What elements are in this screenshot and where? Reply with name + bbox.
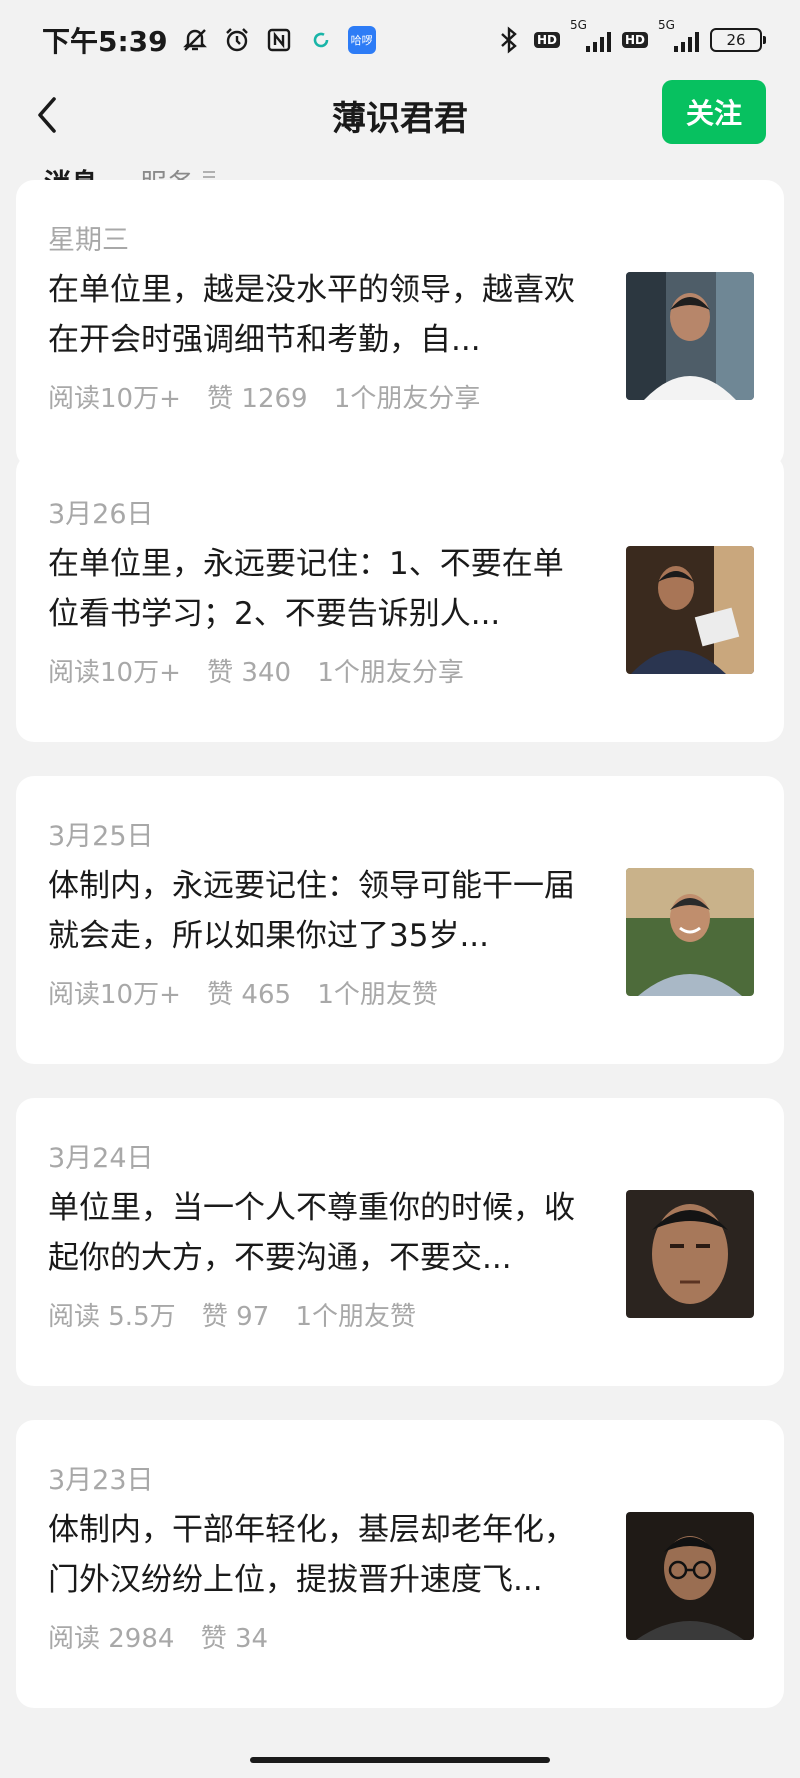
article-meta: 阅读 2984 赞 34: [48, 1618, 286, 1655]
read-count: 阅读10万+: [48, 980, 181, 1010]
friend-activity: 1个朋友赞: [317, 980, 438, 1010]
article-date: 3月26日: [48, 499, 154, 530]
signal-icon: 5G: [570, 18, 612, 52]
article-thumbnail[interactable]: [626, 272, 754, 400]
read-count: 阅读 5.5万: [48, 1302, 176, 1332]
read-count: 阅读10万+: [48, 658, 181, 688]
article-title[interactable]: 在单位里，永远要记住：1、不要在单位看书学习；2、不要告诉别人...: [48, 539, 588, 639]
article-thumbnail[interactable]: [626, 546, 754, 674]
read-count: 阅读 2984: [48, 1624, 175, 1654]
status-bar: 下午5:39 哈啰 HD 5G HD 5G 26: [0, 0, 800, 80]
friend-activity: 1个朋友分享: [333, 384, 481, 414]
article-meta: 阅读10万+ 赞 465 1个朋友赞: [48, 974, 456, 1011]
like-count: 赞 1269: [207, 384, 308, 414]
app-badge-icon: 哈啰: [347, 26, 376, 54]
chevron-left-icon: [38, 97, 56, 133]
home-indicator[interactable]: [250, 1757, 550, 1763]
article-title[interactable]: 在单位里，越是没水平的领导，越喜欢在开会时强调细节和考勤，自...: [48, 265, 588, 365]
nfc-icon: [264, 25, 294, 55]
back-button[interactable]: [24, 92, 70, 138]
like-count: 赞 97: [201, 1302, 270, 1332]
article-card[interactable]: 3月25日 体制内，永远要记住：领导可能干一届就会走，所以如果你过了35岁...…: [16, 776, 784, 1064]
hd-badge: HD: [533, 32, 560, 48]
friend-activity: 1个朋友分享: [317, 658, 464, 688]
status-bar-right: HD 5G HD 5G 26: [494, 18, 766, 55]
mute-icon: [180, 25, 210, 55]
hd-badge: HD: [621, 32, 648, 48]
friend-activity: 1个朋友赞: [295, 1302, 417, 1332]
like-count: 赞 465: [207, 980, 292, 1010]
article-thumbnail[interactable]: [626, 1190, 754, 1318]
read-count: 阅读10万+: [48, 384, 181, 414]
like-count: 赞 340: [207, 658, 292, 688]
article-date: 星期三: [48, 225, 129, 256]
bluetooth-icon: [494, 25, 524, 55]
article-meta: 阅读10万+ 赞 1269 1个朋友分享: [48, 378, 498, 415]
status-time: 下午5:39: [42, 25, 168, 58]
article-card[interactable]: 星期三 在单位里，越是没水平的领导，越喜欢在开会时强调细节和考勤，自... 阅读…: [16, 180, 784, 468]
follow-button[interactable]: 关注: [662, 80, 766, 144]
article-meta: 阅读10万+ 赞 340 1个朋友分享: [48, 652, 482, 689]
nav-bar: 薄识君君 关注: [0, 80, 800, 150]
article-title[interactable]: 单位里，当一个人不尊重你的时候，收起你的大方，不要沟通，不要交...: [48, 1183, 588, 1283]
article-date: 3月23日: [48, 1465, 154, 1496]
article-title[interactable]: 体制内，永远要记住：领导可能干一届就会走，所以如果你过了35岁...: [48, 861, 588, 961]
battery-indicator: 26: [710, 28, 766, 52]
network-type: 5G: [569, 18, 587, 32]
like-count: 赞 34: [200, 1624, 269, 1654]
network-type: 5G: [658, 18, 675, 32]
status-bar-left: 下午5:39 哈啰: [42, 20, 376, 60]
alarm-icon: [222, 25, 252, 55]
sync-icon: [306, 25, 336, 55]
article-meta: 阅读 5.5万 赞 97 1个朋友赞: [48, 1296, 434, 1333]
article-card[interactable]: 3月26日 在单位里，永远要记住：1、不要在单位看书学习；2、不要告诉别人...…: [16, 454, 784, 742]
article-date: 3月24日: [48, 1143, 154, 1174]
article-thumbnail[interactable]: [626, 868, 754, 996]
article-thumbnail[interactable]: [626, 1512, 754, 1640]
signal-icon: 5G: [658, 18, 700, 52]
article-card[interactable]: 3月24日 单位里，当一个人不尊重你的时候，收起你的大方，不要沟通，不要交...…: [16, 1098, 784, 1386]
article-title[interactable]: 体制内，干部年轻化，基层却老年化，门外汉纷纷上位，提拔晋升速度飞...: [48, 1505, 588, 1605]
page-title: 薄识君君: [332, 98, 468, 139]
article-card[interactable]: 3月23日 体制内，干部年轻化，基层却老年化，门外汉纷纷上位，提拔晋升速度飞..…: [16, 1420, 784, 1708]
article-date: 3月25日: [48, 821, 154, 852]
